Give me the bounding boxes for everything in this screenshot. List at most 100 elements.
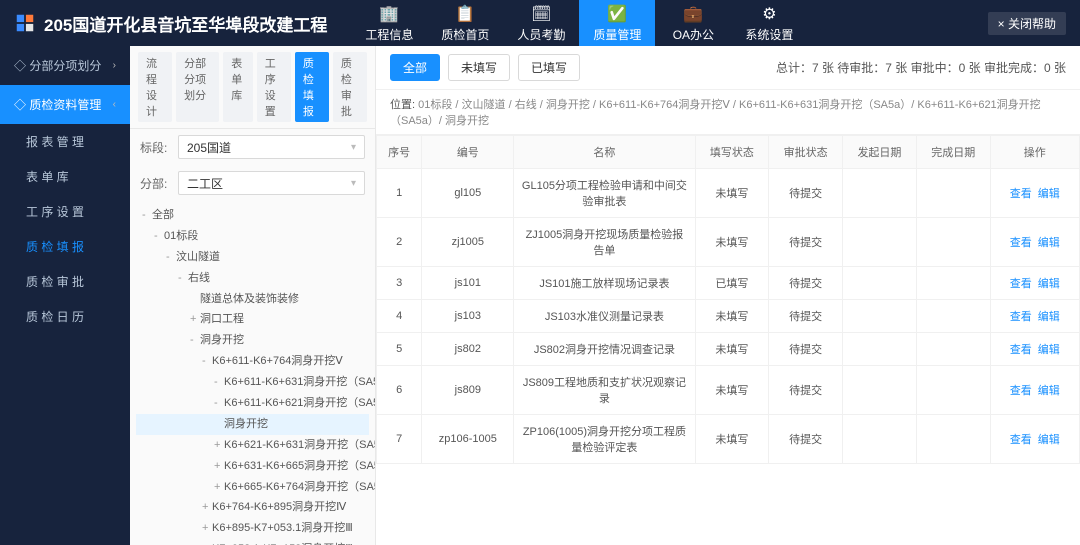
tree-node[interactable]: +K6+764-K6+895洞身开挖Ⅳ [136, 497, 369, 518]
nav-4[interactable]: 💼OA办公 [655, 0, 731, 46]
col-header: 编号 [422, 136, 514, 169]
tree-toggle-icon[interactable]: + [202, 497, 212, 518]
tree-toggle-icon[interactable]: - [214, 393, 224, 414]
tree-node[interactable]: +K7+053.1-K7+158洞身开挖Ⅲ [136, 539, 369, 545]
bid-label: 标段: [140, 139, 172, 156]
tree-toggle-icon[interactable]: - [154, 226, 164, 247]
sidebar-item-7[interactable]: 质 检 日 历 [0, 299, 130, 334]
edit-link[interactable]: 编辑 [1038, 434, 1060, 446]
mid-tab-4[interactable]: 质检填报 [295, 52, 329, 122]
tree-node[interactable]: +K6+631-K6+665洞身开挖（SA5b） [136, 456, 369, 477]
tree-toggle-icon[interactable]: + [214, 456, 224, 477]
tree-toggle-icon[interactable]: + [214, 435, 224, 456]
nav-icon: ⚙ [762, 4, 776, 24]
tree-toggle-icon[interactable]: - [166, 247, 176, 268]
col-header: 审批状态 [769, 136, 843, 169]
nav-icon: 🗓 [531, 4, 551, 24]
tree-node[interactable]: 洞身开挖 [136, 414, 369, 435]
filter-unfilled-button[interactable]: 未填写 [448, 54, 510, 81]
sidebar-item-0[interactable]: ◇ 分部分项划分› [0, 46, 130, 85]
tree-node[interactable]: +洞口工程 [136, 309, 369, 330]
nav-0[interactable]: 🏢工程信息 [351, 0, 427, 46]
edit-link[interactable]: 编辑 [1038, 188, 1060, 200]
nav-2[interactable]: 🗓人员考勤 [503, 0, 579, 46]
tree-node[interactable]: +K6+665-K6+764洞身开挖（SA5c） [136, 477, 369, 498]
col-header: 操作 [990, 136, 1079, 169]
app-title: 205国道开化县音坑至华埠段改建工程 [44, 11, 327, 36]
mid-tab-1[interactable]: 分部分项划分 [176, 52, 219, 122]
table-row: 7 zp106-1005 ZP106(1005)洞身开挖分项工程质量检验评定表 … [377, 415, 1080, 464]
edit-link[interactable]: 编辑 [1038, 237, 1060, 249]
tree-node[interactable]: +K6+621-K6+631洞身开挖（SA5a） [136, 435, 369, 456]
sidebar-item-4[interactable]: 工 序 设 置 [0, 194, 130, 229]
view-link[interactable]: 查看 [1010, 385, 1032, 397]
tree-toggle-icon[interactable]: - [178, 268, 188, 289]
view-link[interactable]: 查看 [1010, 344, 1032, 356]
sidebar-item-6[interactable]: 质 检 审 批 [0, 264, 130, 299]
col-header: 名称 [514, 136, 695, 169]
chevron-down-icon: ▾ [351, 142, 356, 153]
sidebar-item-1[interactable]: ◇ 质检资料管理‹ [0, 85, 130, 124]
view-link[interactable]: 查看 [1010, 237, 1032, 249]
table-row: 2 zj1005 ZJ1005洞身开挖现场质量检验报告单 未填写 待提交 查看编… [377, 218, 1080, 267]
table-row: 1 gl105 GL105分项工程检验申请和中间交验审批表 未填写 待提交 查看… [377, 169, 1080, 218]
dept-select[interactable]: 二工区 ▾ [178, 171, 365, 195]
table-row: 5 js802 JS802洞身开挖情况调查记录 未填写 待提交 查看编辑 [377, 333, 1080, 366]
table-row: 4 js103 JS103水准仪测量记录表 未填写 待提交 查看编辑 [377, 300, 1080, 333]
mid-tab-0[interactable]: 流程设计 [138, 52, 172, 122]
mid-tab-2[interactable]: 表单库 [223, 52, 253, 122]
edit-link[interactable]: 编辑 [1038, 385, 1060, 397]
sidebar-item-3[interactable]: 表 单 库 [0, 159, 130, 194]
tree-node[interactable]: -汶山隧道 [136, 247, 369, 268]
tree-node[interactable]: -01标段 [136, 226, 369, 247]
tree-node[interactable]: -全部 [136, 205, 369, 226]
table-row: 6 js809 JS809工程地质和支扩状况观察记录 未填写 待提交 查看编辑 [377, 366, 1080, 415]
tree-toggle-icon[interactable]: - [214, 372, 224, 393]
tree-node[interactable]: -K6+611-K6+621洞身开挖（SA5a） [136, 393, 369, 414]
nav-3[interactable]: ✅质量管理 [579, 0, 655, 46]
mid-tab-5[interactable]: 质检审批 [333, 52, 367, 122]
edit-link[interactable]: 编辑 [1038, 278, 1060, 290]
mid-tab-3[interactable]: 工序设置 [257, 52, 291, 122]
view-link[interactable]: 查看 [1010, 188, 1032, 200]
col-header: 填写状态 [695, 136, 769, 169]
nav-1[interactable]: 📋质检首页 [427, 0, 503, 46]
tree-node[interactable]: +K6+895-K7+053.1洞身开挖Ⅲ [136, 518, 369, 539]
tree-toggle-icon[interactable]: - [202, 351, 212, 372]
filter-filled-button[interactable]: 已填写 [518, 54, 580, 81]
tree-node[interactable]: -洞身开挖 [136, 330, 369, 351]
filter-all-button[interactable]: 全部 [390, 54, 440, 81]
view-link[interactable]: 查看 [1010, 278, 1032, 290]
nav-icon: ✅ [607, 4, 627, 24]
tree-toggle-icon[interactable]: - [142, 205, 152, 226]
col-header: 序号 [377, 136, 422, 169]
edit-link[interactable]: 编辑 [1038, 344, 1060, 356]
close-help-button[interactable]: × 关闭帮助 [988, 12, 1066, 35]
tree-toggle-icon[interactable]: - [190, 330, 200, 351]
tree-toggle-icon[interactable]: + [214, 477, 224, 498]
tree-toggle-icon[interactable]: + [202, 518, 212, 539]
view-link[interactable]: 查看 [1010, 434, 1032, 446]
sidebar-item-2[interactable]: 报 表 管 理 [0, 124, 130, 159]
nav-icon: 📋 [455, 4, 475, 24]
sidebar-item-5[interactable]: 质 检 填 报 [0, 229, 130, 264]
tree-node[interactable]: 隧道总体及装饰装修 [136, 289, 369, 310]
tree-node[interactable]: -K6+611-K6+631洞身开挖（SA5a） [136, 372, 369, 393]
table-row: 3 js101 JS101施工放样现场记录表 已填写 待提交 查看编辑 [377, 267, 1080, 300]
breadcrumb: 位置: 01标段 / 汶山隧道 / 右线 / 洞身开挖 / K6+611-K6+… [376, 90, 1080, 135]
app-logo: 205国道开化县音坑至华埠段改建工程 [0, 11, 341, 36]
view-link[interactable]: 查看 [1010, 311, 1032, 323]
edit-link[interactable]: 编辑 [1038, 311, 1060, 323]
tree-toggle-icon[interactable]: + [190, 309, 200, 330]
tree-toggle-icon[interactable]: + [202, 539, 212, 545]
bid-select[interactable]: 205国道 ▾ [178, 135, 365, 159]
tree-node[interactable]: -右线 [136, 268, 369, 289]
summary-text: 总计：7 张 待审批：7 张 审批中：0 张 审批完成：0 张 [776, 59, 1066, 76]
logo-icon [14, 12, 36, 34]
col-header: 完成日期 [916, 136, 990, 169]
dept-label: 分部: [140, 175, 172, 192]
nav-icon: 💼 [683, 4, 703, 24]
col-header: 发起日期 [843, 136, 917, 169]
tree-node[interactable]: -K6+611-K6+764洞身开挖Ⅴ [136, 351, 369, 372]
nav-5[interactable]: ⚙系统设置 [731, 0, 807, 46]
